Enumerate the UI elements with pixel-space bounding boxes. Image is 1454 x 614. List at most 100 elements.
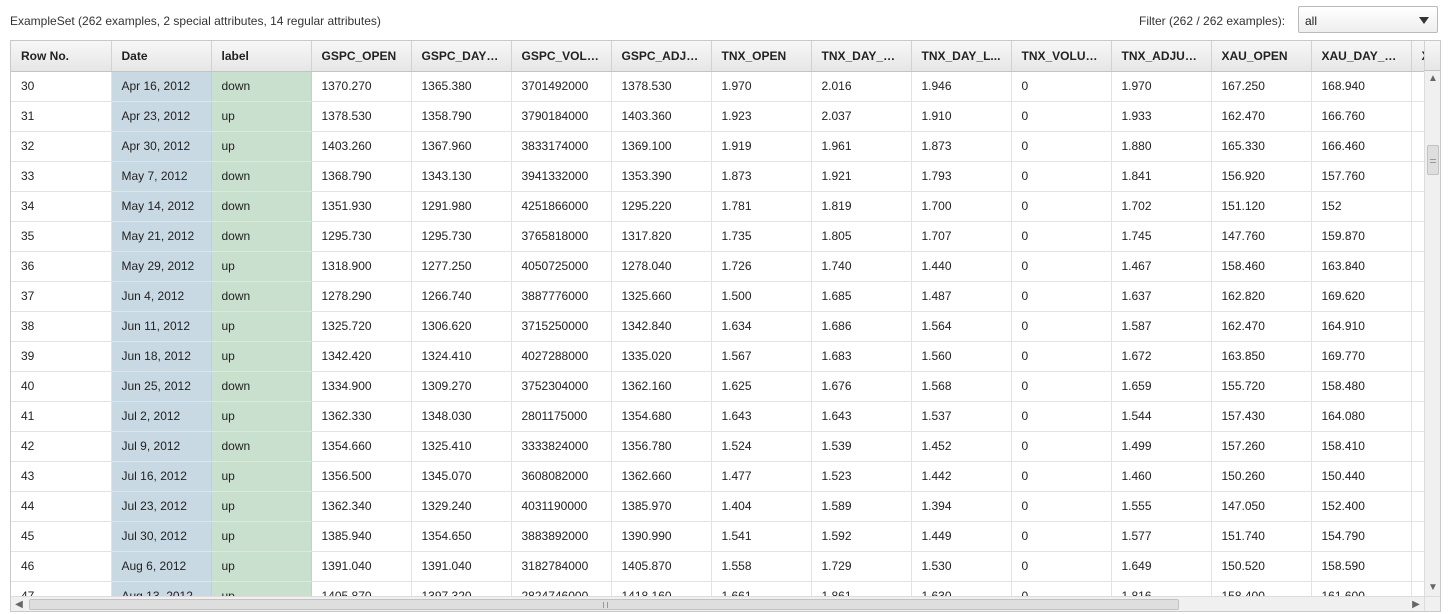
table-cell: 0 [1011,341,1112,372]
table-cell: 1391.040 [411,551,512,582]
table-row[interactable]: 32 Apr 30, 2012 up 1403.260 1367.960 38331740… [11,131,1424,162]
table-cell: 1391.040 [311,551,412,582]
horizontal-scroll-thumb[interactable] [29,599,1179,610]
table-row[interactable]: 44 Jul 23, 2012 up 1362.340 1329.240 40311900… [11,491,1424,522]
vertical-scrollbar[interactable]: ▲ ▼ [1424,71,1440,596]
table-cell: 1.544 [1111,401,1212,432]
column-header[interactable]: Row No. [11,41,112,72]
table-cell: 1362.330 [311,401,412,432]
table-cell: 1353.390 [611,161,712,192]
table-cell: 0 [1011,311,1112,342]
table-row[interactable]: 38 Jun 11, 2012 up 1325.720 1306.620 37152500… [11,311,1424,342]
table-cell: 0 [1011,191,1112,222]
table-row[interactable]: 46 Aug 6, 2012 up 1391.040 1391.040 318278400… [11,551,1424,582]
arrow-left-icon[interactable]: ◀ [11,597,27,611]
table-cell: 32 [11,131,112,162]
table-row[interactable]: 47 Aug 13, 2012 up 1405.870 1397.320 28247460… [11,581,1424,596]
table-cell: 164.910 [1311,311,1412,342]
table-row[interactable]: 34 May 14, 2012 down 1351.930 1291.980 425186… [11,191,1424,222]
table-cell: 1.589 [811,491,912,522]
column-header[interactable]: X [1411,41,1424,72]
table-cell: 1.452 [911,431,1012,462]
column-header[interactable]: TNX_DAY_HI... [811,41,912,72]
toolbar: ExampleSet (262 examples, 2 special attr… [0,0,1454,40]
table-cell: 167.250 [1211,71,1312,102]
table-cell: up [211,551,312,582]
table-cell: 152 [1311,191,1412,222]
table-cell: up [211,581,312,596]
table-row[interactable]: 35 May 21, 2012 down 1295.730 1295.730 376581… [11,221,1424,252]
table-cell: 4050725000 [511,251,612,282]
table-cell: 1329.240 [411,491,512,522]
table-row[interactable]: 40 Jun 25, 2012 down 1334.900 1309.270 375230… [11,371,1424,402]
table-cell: 0 [1011,491,1112,522]
table-cell: Apr 30, 2012 [111,131,212,162]
table-cell: 1.625 [711,371,812,402]
grip-icon [1430,159,1436,163]
table-row[interactable]: 42 Jul 9, 2012 down 1354.660 1325.410 3333824… [11,431,1424,462]
filter-dropdown[interactable]: all [1298,6,1438,33]
table-cell: down [211,431,312,462]
column-header[interactable]: XAU_OPEN [1211,41,1312,72]
arrow-up-icon[interactable]: ▲ [1425,71,1440,87]
table-row[interactable]: 30 Apr 16, 2012 down 1370.270 1365.380 370149… [11,71,1424,102]
table-cell: 0 [1011,131,1112,162]
table-cell: Apr 16, 2012 [111,71,212,102]
table-cell: 1.592 [811,521,912,552]
table-cell: 34 [11,191,112,222]
column-header[interactable]: XAU_DAY_H... [1311,41,1412,72]
table-cell: 1397.320 [411,581,512,596]
table-row[interactable]: 33 May 7, 2012 down 1368.790 1343.130 3941332… [11,161,1424,192]
column-header[interactable]: TNX_VOLUME [1011,41,1112,72]
table-cell: 1367.960 [411,131,512,162]
column-header[interactable]: TNX_DAY_L... [911,41,1012,72]
table-cell: up [211,401,312,432]
table-cell: 157.760 [1311,161,1412,192]
vertical-scroll-thumb[interactable] [1427,145,1439,175]
column-header[interactable]: label [211,41,312,72]
table-row[interactable]: 37 Jun 4, 2012 down 1278.290 1266.740 3887776… [11,281,1424,312]
table-row[interactable]: 43 Jul 16, 2012 up 1356.500 1345.070 36080820… [11,461,1424,492]
table-cell: 164.080 [1311,401,1412,432]
table-cell: 0 [1011,401,1112,432]
table-cell: 44 [11,491,112,522]
column-header[interactable]: GSPC_VOLU... [511,41,612,72]
table-cell: 1.702 [1111,191,1212,222]
column-header[interactable]: GSPC_DAY_... [411,41,512,72]
table-cell: 147.760 [1211,221,1312,252]
table-row[interactable]: 45 Jul 30, 2012 up 1385.940 1354.650 38838920… [11,521,1424,552]
table-cell: 169.620 [1311,281,1412,312]
table-cell: 1362.160 [611,371,712,402]
column-header[interactable]: GSPC_ADJU... [611,41,712,72]
table-cell: 3941332000 [511,161,612,192]
table-cell: 1.564 [911,311,1012,342]
table-cell: 1378.530 [611,71,712,102]
table-cell: 1.467 [1111,251,1212,282]
table-cell: 4251866000 [511,191,612,222]
table-row[interactable]: 41 Jul 2, 2012 up 1362.330 1348.030 280117500… [11,401,1424,432]
horizontal-scrollbar[interactable]: ◀ ▶ [11,596,1424,611]
table-row[interactable]: 36 May 29, 2012 up 1318.900 1277.250 40507250… [11,251,1424,282]
table-cell: 1295.730 [311,221,412,252]
table-cell: 0 [1011,71,1112,102]
table-cell: 1345.070 [411,461,512,492]
table-cell: 1.659 [1111,371,1212,402]
column-header[interactable]: Date [111,41,212,72]
table-cell [1411,191,1424,222]
column-header[interactable]: TNX_ADJUS... [1111,41,1212,72]
filter-selected-value: all [1305,14,1318,28]
table-cell: 1.683 [811,341,912,372]
table-cell: 163.840 [1311,251,1412,282]
table-cell [1411,71,1424,102]
table-cell: 151.740 [1211,521,1312,552]
table-cell: 35 [11,221,112,252]
arrow-down-icon[interactable]: ▼ [1425,580,1440,596]
table-cell: 1.970 [711,71,812,102]
table-row[interactable]: 39 Jun 18, 2012 up 1342.420 1324.410 40272880… [11,341,1424,372]
column-header[interactable]: GSPC_OPEN [311,41,412,72]
arrow-right-icon[interactable]: ▶ [1408,597,1424,611]
table-cell: 1.686 [811,311,912,342]
table-row[interactable]: 31 Apr 23, 2012 up 1378.530 1358.790 37901840… [11,101,1424,132]
column-header[interactable]: TNX_OPEN [711,41,812,72]
table-cell: 1362.340 [311,491,412,522]
